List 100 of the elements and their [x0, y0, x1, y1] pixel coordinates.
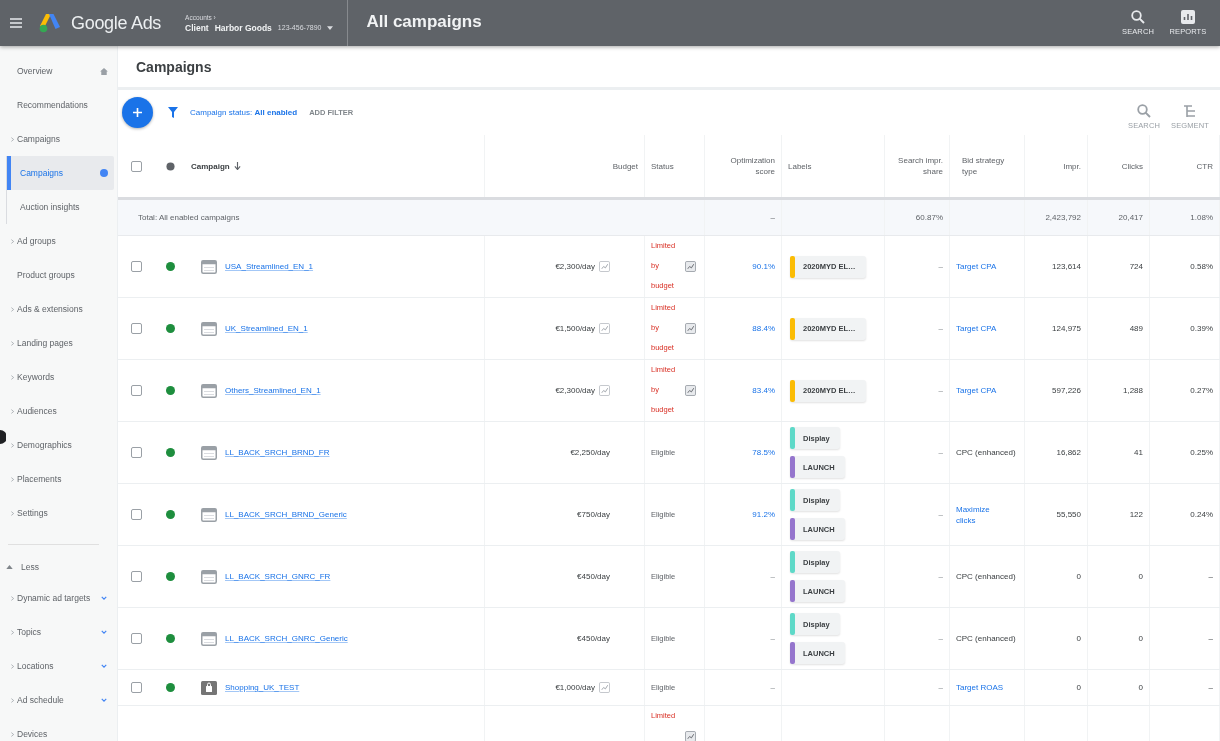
status-filter[interactable]: Campaign status: All enabled [190, 108, 298, 117]
row-checkbox[interactable] [131, 385, 142, 396]
caret-icon[interactable] [327, 25, 334, 30]
campaign-link[interactable]: USA_Streamlined_EN_1 [225, 262, 314, 271]
status-chart-icon[interactable] [685, 385, 696, 396]
calendar-icon [201, 321, 217, 336]
row-checkbox[interactable] [131, 261, 142, 272]
add-button[interactable] [122, 97, 153, 128]
nav-item[interactable]: Demographics [4, 428, 114, 462]
nav-item[interactable]: Ad groups [4, 224, 114, 258]
optimization-score: – [770, 634, 775, 643]
chevron-down-icon [101, 697, 107, 703]
bid-strategy-link[interactable]: Target ROAS [956, 682, 1004, 693]
column-header[interactable]: Bid strategy type [950, 135, 1025, 197]
table-cell: 0.25% [1190, 448, 1213, 457]
nav-item[interactable]: Devices [4, 717, 114, 741]
column-header[interactable]: Campaign [185, 135, 485, 197]
column-header[interactable]: Labels [782, 135, 885, 197]
nav-item[interactable]: Dynamic ad targets [4, 581, 114, 615]
table-cell: 0 [1138, 683, 1143, 692]
optimization-score[interactable]: 91.2% [752, 510, 775, 519]
filter-icon[interactable] [168, 107, 178, 118]
budget-chart-icon[interactable] [599, 682, 610, 693]
row-checkbox[interactable] [131, 682, 142, 693]
total-value: 1.08% [1190, 213, 1213, 222]
nav-item[interactable]: Keywords [4, 360, 114, 394]
budget-value: €2,300/day [555, 386, 595, 395]
account-name[interactable]: Harbor Goods [214, 22, 272, 33]
column-header[interactable]: Impr. [1025, 135, 1088, 197]
table-cell: – [938, 262, 943, 271]
row-checkbox[interactable] [131, 571, 142, 582]
nav-item[interactable]: Campaigns [4, 122, 114, 156]
row-checkbox[interactable] [131, 323, 142, 334]
nav-item[interactable]: Topics [4, 615, 114, 649]
calendar-icon [201, 507, 217, 522]
budget-value: €750/day [577, 510, 610, 519]
campaign-link[interactable]: UK_Streamlined_EN_1 [225, 324, 308, 333]
less-toggle[interactable]: Less [0, 553, 39, 581]
nav-item[interactable]: Auction insights [7, 190, 114, 224]
budget-value: €1,000/day [555, 683, 595, 692]
logo-icon[interactable] [39, 13, 61, 33]
row-checkbox[interactable] [131, 633, 142, 644]
campaign-link[interactable]: LL_BACK_SRCH_GNRC_Generic [225, 634, 348, 643]
column-header[interactable]: Search impr. share [885, 135, 950, 197]
nav-item[interactable]: Recommendations [4, 88, 114, 122]
nav-item[interactable]: Campaigns [7, 156, 114, 190]
segment-icon [1183, 103, 1197, 118]
budget-value: €2,300/day [555, 262, 595, 271]
column-header[interactable]: Status [645, 135, 705, 197]
chevron-down-icon [101, 595, 107, 601]
nav-item[interactable]: Locations [4, 649, 114, 683]
total-value: 60.87% [915, 213, 943, 222]
column-header[interactable]: CTR [1150, 135, 1220, 197]
bid-strategy-link[interactable]: Target CPA [956, 385, 997, 396]
status-chart-icon[interactable] [685, 261, 696, 272]
budget-chart-icon[interactable] [599, 261, 610, 272]
calendar-icon [201, 569, 217, 584]
optimization-score[interactable]: 83.4% [752, 386, 775, 395]
campaign-link[interactable]: Shopping_UK_TEST [225, 683, 300, 692]
column-header[interactable]: Optimization score [705, 135, 782, 197]
nav-item[interactable]: Settings [4, 496, 114, 530]
chevron-icon [11, 629, 14, 635]
nav-item[interactable]: Overview [4, 54, 114, 88]
menu-icon[interactable] [10, 18, 22, 28]
nav-item[interactable]: Product groups [4, 258, 114, 292]
status-chart-icon[interactable] [685, 731, 696, 741]
nav-item[interactable]: Audiences [4, 394, 114, 428]
column-header[interactable]: Clicks [1088, 135, 1150, 197]
chevron-icon [11, 595, 14, 601]
status-chart-icon[interactable] [685, 323, 696, 334]
side-handle-icon[interactable] [0, 430, 6, 444]
status-column-icon [165, 161, 175, 171]
optimization-score[interactable]: 78.5% [752, 448, 775, 457]
campaign-link[interactable]: LL_BACK_SRCH_BRND_FR [225, 448, 330, 457]
chevron-icon [11, 663, 14, 669]
row-checkbox[interactable] [131, 447, 142, 458]
calendar-icon [201, 445, 217, 460]
budget-chart-icon[interactable] [599, 385, 610, 396]
optimization-score[interactable]: 88.4% [752, 324, 775, 333]
nav-item[interactable]: Landing pages [4, 326, 114, 360]
nav-item[interactable]: Placements [4, 462, 114, 496]
column-header[interactable]: Budget [485, 135, 645, 197]
bid-strategy-link[interactable]: Target CPA [956, 261, 997, 272]
nav-item[interactable]: Ads & extensions [4, 292, 114, 326]
chevron-icon [11, 476, 14, 482]
chevron-icon [11, 442, 14, 448]
bid-strategy-link[interactable]: Maximize clicks [956, 503, 1006, 526]
budget-chart-icon[interactable] [599, 323, 610, 334]
nav-item[interactable]: Ad schedule [4, 683, 114, 717]
table-cell: – [938, 386, 943, 395]
optimization-score[interactable]: 90.1% [752, 262, 775, 271]
calendar-icon [201, 631, 217, 646]
campaign-link[interactable]: LL_BACK_SRCH_BRND_Generic [225, 510, 347, 519]
table-cell: 724 [1129, 262, 1143, 271]
campaign-link[interactable]: Others_Streamlined_EN_1 [225, 386, 321, 395]
select-all-checkbox[interactable] [131, 160, 142, 172]
bid-strategy-link[interactable]: Target CPA [956, 323, 997, 334]
row-checkbox[interactable] [131, 509, 142, 520]
report-icon [1181, 10, 1195, 24]
campaign-link[interactable]: LL_BACK_SRCH_GNRC_FR [225, 572, 331, 581]
